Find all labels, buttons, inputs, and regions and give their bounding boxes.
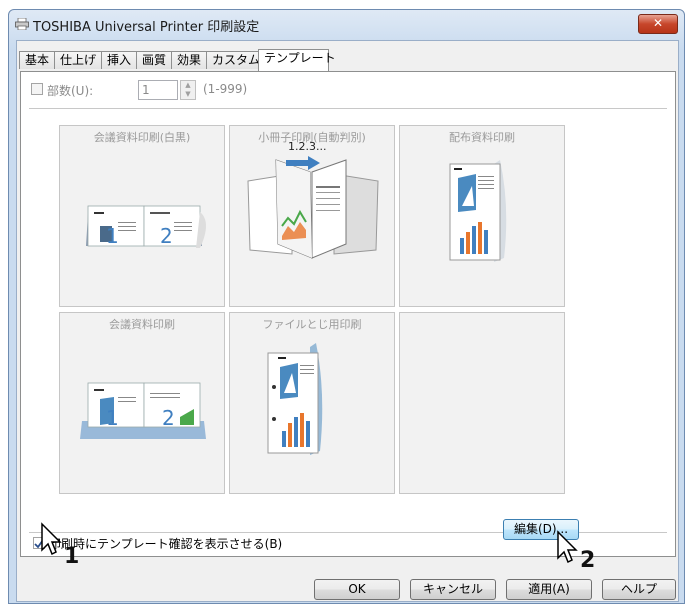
step-number-1: 1 (64, 544, 80, 569)
tab-effect[interactable]: 効果 (171, 51, 207, 69)
template-file-binding[interactable]: ファイルとじ用印刷 (229, 312, 395, 494)
printer-settings-window: TOSHIBA Universal Printer 印刷設定 ✕ 基本 仕上げ … (8, 9, 685, 604)
meeting-color-document-icon: 1 2 (80, 382, 206, 439)
template-handout[interactable]: 配布資料印刷 (399, 125, 565, 307)
svg-text:1: 1 (106, 224, 119, 248)
title-bar[interactable]: TOSHIBA Universal Printer 印刷設定 ✕ (9, 10, 684, 38)
ok-button[interactable]: OK (314, 579, 400, 600)
handout-icon (449, 160, 507, 262)
tab-finishing[interactable]: 仕上げ (54, 51, 102, 69)
tab-basic[interactable]: 基本 (19, 51, 55, 69)
pointer-cursor-icon (41, 522, 62, 556)
svg-text:2: 2 (160, 224, 173, 248)
file-binding-icon (267, 343, 323, 455)
template-meeting-color[interactable]: 会議資料印刷 1 2 (59, 312, 225, 494)
template-empty-slot[interactable] (399, 312, 565, 494)
copies-spinner[interactable]: ▲ ▼ (180, 80, 196, 100)
pointer-cursor-icon (557, 530, 578, 564)
separator-top (29, 108, 667, 110)
copies-label: 部数(U): (47, 84, 94, 98)
copies-checkbox[interactable] (31, 83, 43, 95)
spin-up-icon[interactable]: ▲ (181, 81, 195, 90)
apply-button[interactable]: 適用(A) (506, 579, 592, 600)
tab-image-quality[interactable]: 画質 (136, 51, 172, 69)
template-panel: 部数(U): 1 ▲ ▼ (1-999) 会議資料印刷(白黒) 1 2 小冊子印… (20, 71, 676, 557)
tab-template[interactable]: テンプレート (258, 49, 336, 71)
close-button[interactable]: ✕ (638, 14, 678, 34)
copies-range: (1-999) (203, 82, 248, 96)
template-meeting-bw[interactable]: 会議資料印刷(白黒) 1 2 (59, 125, 225, 307)
svg-text:1: 1 (106, 406, 119, 430)
printer-icon (15, 18, 29, 30)
step-number-2: 2 (580, 548, 596, 573)
tab-insert[interactable]: 挿入 (101, 51, 137, 69)
spin-down-icon[interactable]: ▼ (181, 90, 195, 99)
booklet-icon (247, 156, 379, 259)
cancel-button[interactable]: キャンセル (410, 579, 496, 600)
copies-input[interactable]: 1 (138, 80, 178, 100)
confirm-template-label: 印刷時にテンプレート確認を表示させる(B) (49, 537, 283, 551)
help-button[interactable]: ヘルプ (602, 579, 676, 600)
window-title: TOSHIBA Universal Printer 印刷設定 (33, 20, 260, 35)
template-booklet-auto[interactable]: 小冊子印刷(自動判別) 1.2.3... (229, 125, 395, 307)
dialog-client-area: 基本 仕上げ 挿入 画質 効果 カスタム テンプレート 部数(U): 1 ▲ ▼… (16, 40, 679, 602)
tab-custom[interactable]: カスタム (206, 51, 260, 69)
svg-text:2: 2 (162, 406, 175, 430)
meeting-document-icon: 1 2 (86, 205, 206, 248)
